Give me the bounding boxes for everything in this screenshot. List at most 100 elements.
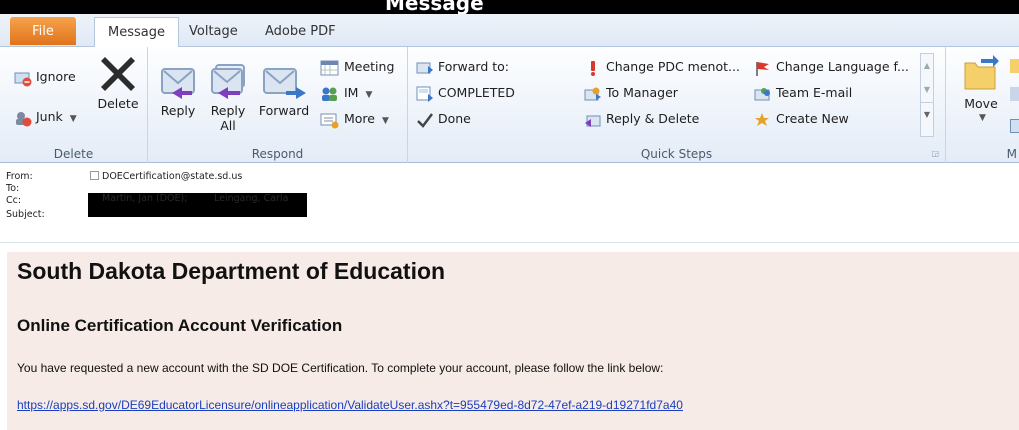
- ribbon-tab-row: File Message Voltage Adobe PDF: [0, 14, 1019, 48]
- outlook-message-window: Message File Message Voltage Adobe PDF I…: [0, 0, 1019, 430]
- quick-step-change-pdc[interactable]: Change PDC menot...: [584, 57, 740, 77]
- junk-icon: [16, 111, 32, 126]
- move-folder-icon: [964, 55, 999, 90]
- ignore-label: Ignore: [35, 69, 76, 84]
- reply-delete-icon: [585, 115, 601, 127]
- scroll-down-icon[interactable]: ▼: [921, 78, 933, 102]
- delete-label: Delete: [97, 96, 139, 111]
- ignore-icon: [14, 72, 32, 86]
- reply-label: Reply: [160, 103, 196, 118]
- completed-icon: [416, 86, 433, 102]
- forward-button[interactable]: Forward: [258, 57, 310, 118]
- quick-step-done[interactable]: Done: [416, 109, 471, 129]
- quick-step-label: To Manager: [605, 85, 678, 100]
- quick-step-label: Create New: [775, 111, 849, 126]
- window-title-bar: Message: [0, 0, 1019, 14]
- quick-step-change-language[interactable]: Change Language f...: [754, 57, 909, 77]
- quick-step-to-manager[interactable]: To Manager: [584, 83, 678, 103]
- body-heading: South Dakota Department of Education: [17, 258, 446, 284]
- quick-step-team-email[interactable]: Team E-mail: [754, 83, 852, 103]
- tab-adobe-pdf[interactable]: Adobe PDF: [252, 17, 349, 47]
- meeting-button[interactable]: Meeting: [320, 57, 394, 77]
- move-dropdown-icon: ▼: [979, 113, 986, 123]
- body-subheading: Online Certification Account Verificatio…: [17, 316, 343, 335]
- to-manager-icon: [584, 87, 601, 100]
- im-icon: [322, 87, 337, 101]
- flag-icon: [756, 61, 769, 76]
- quick-step-label: Reply & Delete: [605, 111, 700, 126]
- quick-step-label: Forward to:: [437, 59, 509, 74]
- tab-message[interactable]: Message: [94, 17, 179, 48]
- reply-icon: [156, 57, 200, 103]
- quick-step-completed[interactable]: COMPLETED: [416, 83, 515, 103]
- create-new-icon: [755, 112, 769, 126]
- more-icon: [320, 113, 339, 128]
- onenote-icon[interactable]: [1010, 87, 1019, 101]
- reply-all-label-1: Reply: [210, 103, 246, 118]
- scroll-up-icon[interactable]: ▲: [921, 54, 933, 78]
- more-dropdown-icon: ▼: [381, 116, 389, 126]
- actions-icon[interactable]: [1010, 119, 1019, 133]
- delete-group-label: Delete: [53, 147, 94, 161]
- to-label: To:: [6, 183, 20, 194]
- respond-group-label: Respond: [251, 147, 304, 161]
- junk-button[interactable]: Junk ▼: [14, 107, 77, 127]
- quick-step-reply-delete[interactable]: Reply & Delete: [584, 109, 699, 129]
- from-label: From:: [6, 171, 33, 182]
- move-button[interactable]: Move ▼: [958, 53, 1004, 126]
- reply-all-icon: [206, 57, 250, 103]
- subject-label: Subject:: [6, 209, 45, 220]
- im-dropdown-icon: ▼: [365, 90, 373, 100]
- more-label: More: [343, 111, 375, 126]
- quick-steps-group-label: Quick Steps: [640, 147, 713, 161]
- quick-step-label: Change Language f...: [775, 59, 909, 74]
- quick-step-label: Done: [437, 111, 471, 126]
- junk-dropdown-icon: ▼: [69, 114, 77, 124]
- im-label: IM: [343, 85, 359, 100]
- meeting-label: Meeting: [343, 59, 395, 74]
- quick-steps-group: Forward to: COMPLETED Done Change PDC me…: [408, 47, 946, 163]
- tab-voltage[interactable]: Voltage: [176, 17, 251, 47]
- rules-icon[interactable]: [1010, 59, 1019, 73]
- quick-step-label: Change PDC menot...: [605, 59, 740, 74]
- redacted-recipients: Martin, Jan (DOE); Leingang, Carla: [88, 193, 307, 217]
- from-value[interactable]: DOECertification@state.sd.us: [90, 171, 242, 183]
- ignore-button[interactable]: Ignore: [14, 67, 76, 87]
- ribbon: Ignore Junk ▼ Delete Delete Reply Reply …: [0, 47, 1019, 163]
- reply-all-label-2: All: [220, 118, 236, 133]
- from-address: DOECertification@state.sd.us: [102, 171, 243, 182]
- window-title: Message: [385, 0, 484, 14]
- more-button[interactable]: More ▼: [320, 109, 389, 129]
- forward-label: Forward: [258, 103, 310, 118]
- team-email-icon: [754, 87, 770, 100]
- quick-step-label: Team E-mail: [775, 85, 853, 100]
- more-quick-steps-icon[interactable]: ▼: [921, 102, 933, 127]
- sender-checkbox-icon: [90, 171, 99, 180]
- quick-step-create-new[interactable]: Create New: [754, 109, 849, 129]
- quick-step-forward-to[interactable]: Forward to:: [416, 57, 509, 77]
- delete-button[interactable]: Delete: [94, 53, 142, 111]
- tab-file[interactable]: File: [10, 17, 76, 45]
- delete-group: Ignore Junk ▼ Delete Delete: [0, 47, 148, 163]
- im-button[interactable]: IM ▼: [320, 83, 372, 103]
- cc-label: Cc:: [6, 195, 22, 206]
- done-check-icon: [417, 112, 433, 128]
- reply-all-button[interactable]: Reply All: [206, 57, 250, 133]
- to-recipient-1[interactable]: Martin, Jan (DOE);: [102, 193, 187, 204]
- delete-x-icon: [101, 57, 135, 91]
- junk-label: Junk: [35, 109, 63, 124]
- reply-button[interactable]: Reply: [156, 57, 200, 118]
- forward-to-icon: [416, 62, 433, 74]
- meeting-icon: [320, 60, 339, 75]
- forward-icon: [258, 57, 310, 103]
- quick-step-label: COMPLETED: [437, 85, 515, 100]
- exclamation-icon: [591, 60, 595, 76]
- body-paragraph: You have requested a new account with th…: [17, 361, 664, 375]
- quick-steps-scrollbar[interactable]: ▲ ▼ ▼: [920, 53, 934, 137]
- dialog-launcher-icon[interactable]: ◲: [931, 149, 939, 158]
- message-body: South Dakota Department of Education Onl…: [0, 243, 1019, 430]
- to-recipient-2[interactable]: Leingang, Carla: [214, 193, 288, 204]
- move-label: Move: [964, 96, 998, 111]
- respond-group: Reply Reply All Forward Meeting IM ▼ Mor…: [148, 47, 408, 163]
- verification-link[interactable]: https://apps.sd.gov/DE69EducatorLicensur…: [17, 398, 683, 412]
